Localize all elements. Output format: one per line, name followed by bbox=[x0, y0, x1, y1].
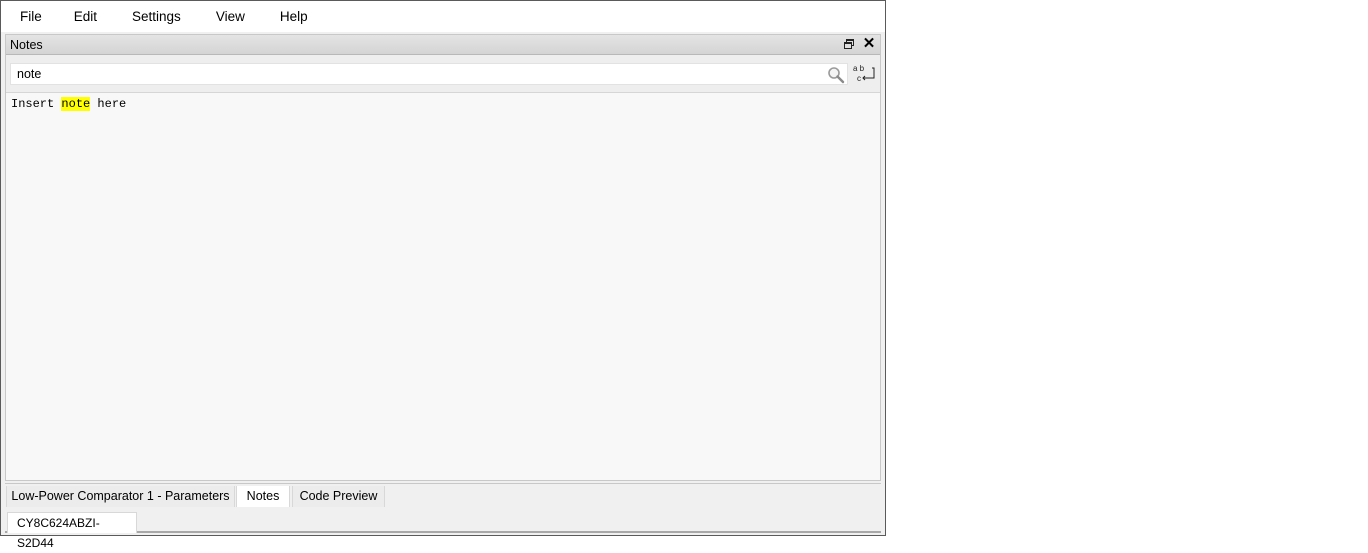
search-highlight: note bbox=[61, 97, 91, 111]
device-tab[interactable]: CY8C624ABZI-S2D44 bbox=[7, 512, 137, 550]
svg-text:c: c bbox=[857, 74, 861, 83]
menu-settings[interactable]: Settings bbox=[114, 1, 198, 32]
tab-code-preview[interactable]: Code Preview bbox=[292, 486, 385, 508]
svg-text:a b: a b bbox=[853, 64, 865, 73]
search-input[interactable] bbox=[11, 64, 827, 84]
tab-notes[interactable]: Notes bbox=[236, 486, 290, 508]
menu-file[interactable]: File bbox=[1, 1, 56, 32]
menu-help[interactable]: Help bbox=[262, 1, 325, 32]
search-box bbox=[10, 63, 848, 85]
search-icon[interactable] bbox=[827, 66, 845, 84]
bottom-tab-bar: Low-Power Comparator 1 - Parameters Note… bbox=[5, 483, 881, 508]
editor-text-before: Insert bbox=[11, 97, 62, 111]
menu-view[interactable]: View bbox=[198, 1, 262, 32]
status-bar: CY8C624ABZI-S2D44 bbox=[5, 507, 881, 550]
tab-parameters[interactable]: Low-Power Comparator 1 - Parameters bbox=[6, 486, 235, 508]
search-row: a b c bbox=[6, 55, 880, 93]
close-icon[interactable]: ✕ bbox=[862, 36, 876, 52]
panel-header: Notes ✕ bbox=[6, 35, 880, 55]
menu-bar: File Edit Settings View Help bbox=[1, 1, 885, 32]
float-window-icon[interactable] bbox=[842, 37, 856, 51]
notes-editor[interactable]: Insert note here bbox=[6, 93, 880, 480]
editor-text-after: here bbox=[90, 97, 127, 111]
word-wrap-icon[interactable]: a b c bbox=[849, 62, 877, 86]
panel-title: Notes bbox=[10, 38, 43, 52]
application-window: File Edit Settings View Help Notes ✕ not… bbox=[0, 0, 886, 550]
menu-edit[interactable]: Edit bbox=[56, 1, 114, 32]
notes-panel: Notes ✕ note a b c Insert note here bbox=[5, 34, 881, 481]
